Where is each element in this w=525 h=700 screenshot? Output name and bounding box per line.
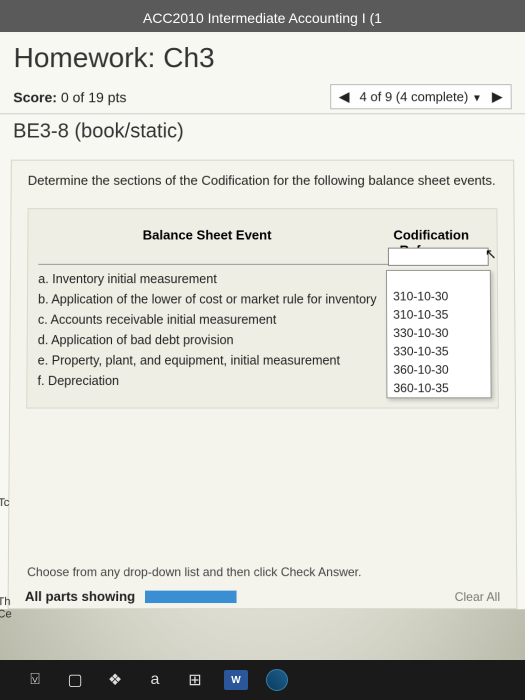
dropdown-option[interactable]: 330-10-30 [387,324,490,342]
page-container: Homework: Ch3 Score: 0 of 19 pts ◀ 4 of … [0,32,525,609]
col-event-header: Balance Sheet Event [38,227,376,257]
codification-input[interactable] [388,248,489,266]
score-text: Score: 0 of 19 pts [13,89,126,105]
dropdown-option[interactable]: 360-10-30 [387,361,490,379]
task-view-icon[interactable]: ▢ [64,670,86,690]
edge-label: Tc [0,497,9,509]
col-ref-line1: Codification [376,227,487,242]
clear-all-button[interactable]: Clear All [455,589,501,603]
dropdown-option[interactable]: 310-10-30 [387,287,490,305]
content-panel: Determine the sections of the Codificati… [8,160,518,610]
dropdown-option[interactable]: 360-10-35 [387,379,490,397]
dropdown-option[interactable]: 330-10-35 [387,342,490,360]
next-arrow-icon[interactable]: ▶ [492,88,503,105]
word-icon[interactable]: W [224,670,248,690]
prev-arrow-icon[interactable]: ◀ [339,88,350,105]
parts-showing-label: All parts showing [25,589,135,605]
store-icon[interactable]: ⊞ [184,670,206,690]
cursor-icon: ↖ [485,246,497,263]
dropdown-option[interactable]: 310-10-35 [387,306,490,324]
problem-nav: ◀ 4 of 9 (4 complete) ▼ ▶ [330,84,512,109]
homework-title: Homework: Ch3 [0,32,525,80]
nav-position-text: 4 of 9 (4 complete) [360,89,469,104]
taskbar: ⍌ ▢ ❖ a ⊞ W [0,660,525,700]
notification-icon[interactable]: ⍌ [24,671,46,689]
instruction-text: Determine the sections of the Codificati… [28,173,498,188]
codification-dropdown[interactable]: 310-10-30 310-10-35 330-10-30 330-10-35 … [386,270,492,398]
hint-text: Choose from any drop-down list and then … [27,565,361,579]
edge-label: Ce [0,608,12,620]
course-title: ACC2010 Intermediate Accounting I (1 [0,0,525,32]
edge-browser-icon[interactable] [266,669,288,691]
dropdown-option[interactable] [387,271,490,287]
footer-row: All parts showing Clear All [25,589,500,605]
dropbox-icon[interactable]: ❖ [104,670,126,690]
question-panel: Balance Sheet Event Codification Referen… [26,208,499,408]
score-label: Score: [13,89,57,105]
score-row: Score: 0 of 19 pts ◀ 4 of 9 (4 complete)… [0,80,525,114]
nav-position[interactable]: 4 of 9 (4 complete) ▼ [360,89,482,104]
problem-id: BE3-8 (book/static) [0,114,525,153]
app-icon[interactable]: a [144,671,166,689]
score-value: 0 of 19 pts [61,89,127,105]
edge-label: Th [0,596,11,608]
chevron-down-icon: ▼ [472,93,482,104]
progress-bar [145,590,237,602]
